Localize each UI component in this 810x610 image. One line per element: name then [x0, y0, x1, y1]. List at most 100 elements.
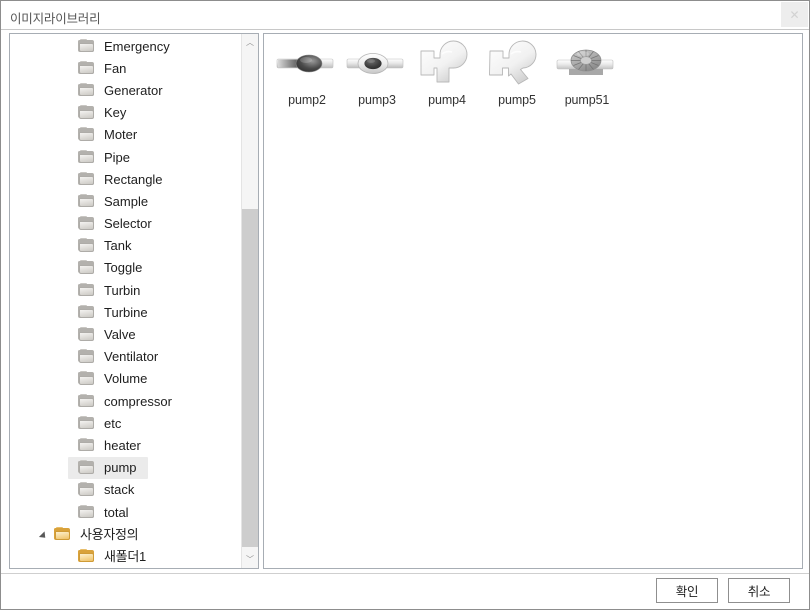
- folder-gray-icon: [78, 127, 95, 141]
- expander-placeholder: [63, 506, 76, 519]
- thumbnail-item[interactable]: pump4: [412, 40, 482, 107]
- tree-item-sample[interactable]: Sample: [10, 190, 242, 212]
- tree-vertical-scrollbar[interactable]: ︿ ﹀: [241, 34, 258, 568]
- tree-item-fan[interactable]: Fan: [10, 57, 242, 79]
- cancel-button[interactable]: 취소: [728, 578, 790, 603]
- tree-item-label: Tank: [104, 238, 132, 254]
- tree-item-tank[interactable]: Tank: [10, 235, 242, 257]
- expander-placeholder: [63, 439, 76, 452]
- tree-item-label: heater: [104, 437, 141, 453]
- expander-placeholder: [63, 261, 76, 274]
- thumbnail-label: pump4: [428, 93, 466, 107]
- folder-gray-icon: [78, 415, 95, 430]
- tree-item-label: Pipe: [104, 149, 131, 165]
- expander-placeholder: [63, 62, 76, 75]
- tree-item-label: 새폴더1: [104, 548, 146, 564]
- tree-item-label: Valve: [104, 327, 136, 343]
- expander-collapse-icon[interactable]: [39, 528, 52, 541]
- expander-placeholder: [63, 417, 76, 430]
- folder-gray-icon: [78, 260, 95, 274]
- folder-gray-icon: [78, 82, 95, 97]
- title-bar: 이미지라이브러리 ✕: [1, 1, 809, 30]
- folder-gray-icon: [78, 38, 95, 53]
- pump-inline-rotor-icon: [345, 40, 409, 92]
- thumbnail-label: pump5: [498, 93, 536, 107]
- expander-placeholder: [63, 306, 76, 319]
- tree-item-toggle[interactable]: Toggle: [10, 257, 242, 279]
- folder-tree-list[interactable]: Emergency Fan Generator Key Moter Pipe Rectang…: [10, 35, 242, 568]
- tree-item-label: Turbine: [104, 304, 148, 320]
- tree-item-selector[interactable]: Selector: [10, 213, 242, 235]
- tree-item-total[interactable]: total: [10, 501, 242, 523]
- tree-item-moter[interactable]: Moter: [10, 124, 242, 146]
- tree-item-generator[interactable]: Generator: [10, 79, 242, 101]
- tree-item-label: Generator: [104, 82, 163, 98]
- thumbnail-item[interactable]: pump51: [552, 40, 622, 107]
- scrollbar-thumb[interactable]: [242, 209, 258, 547]
- folder-gray-icon: [78, 149, 95, 164]
- folder-gray-icon: [78, 304, 95, 319]
- thumbnail-item[interactable]: pump2: [272, 40, 342, 107]
- image-library-dialog: 이미지라이브러리 ✕ Emergency Fan Generator Key Moter…: [0, 0, 810, 610]
- expander-placeholder: [63, 217, 76, 230]
- expander-placeholder: [63, 106, 76, 119]
- expander-placeholder: [63, 483, 76, 496]
- tree-item-volume[interactable]: Volume: [10, 368, 242, 390]
- ok-button[interactable]: 확인: [656, 578, 718, 603]
- tree-item-valve[interactable]: Valve: [10, 323, 242, 345]
- image-content-panel: pump2 pump3 pump4 pump5 pump51: [263, 33, 803, 569]
- thumbnail-grid: pump2 pump3 pump4 pump5 pump51: [272, 40, 622, 107]
- pump-centrifugal-angled-icon: [485, 40, 549, 92]
- tree-item-label: 사용자정의: [80, 526, 139, 542]
- tree-item-compressor[interactable]: compressor: [10, 390, 242, 412]
- tree-item-label: Sample: [104, 193, 149, 209]
- tree-item-label: Key: [104, 105, 127, 121]
- tree-item-새폴더1[interactable]: 새폴더1: [10, 545, 242, 567]
- tree-item-heater[interactable]: heater: [10, 434, 242, 456]
- close-icon[interactable]: ✕: [781, 2, 808, 27]
- tree-item-label: Rectangle: [104, 171, 163, 187]
- tree-item-ventilator[interactable]: Ventilator: [10, 346, 242, 368]
- folder-gray-icon: [78, 216, 95, 230]
- tree-item-사용자정의[interactable]: 사용자정의: [10, 523, 242, 545]
- tree-item-label: Moter: [104, 127, 138, 143]
- tree-item-pump[interactable]: pump: [68, 456, 148, 479]
- scroll-down-arrow-icon[interactable]: ﹀: [242, 551, 258, 568]
- folder-gray-icon: [78, 460, 95, 474]
- window-title: 이미지라이브러리: [10, 12, 101, 26]
- expander-placeholder: [63, 328, 76, 341]
- expander-placeholder: [63, 151, 76, 164]
- tree-item-key[interactable]: Key: [10, 102, 242, 124]
- tree-item-rectangle[interactable]: Rectangle: [10, 168, 242, 190]
- tree-item-emergency[interactable]: Emergency: [10, 35, 242, 57]
- thumbnail-item[interactable]: pump5: [482, 40, 552, 107]
- tree-item-label: Turbin: [104, 282, 141, 298]
- tree-item-label: Selector: [104, 216, 152, 232]
- folder-yellow-icon: [54, 526, 71, 541]
- tree-item-stack[interactable]: stack: [10, 479, 242, 501]
- tree-item-etc[interactable]: etc: [10, 412, 242, 434]
- pump-centrifugal-icon: [415, 40, 479, 92]
- scroll-up-arrow-icon[interactable]: ︿: [242, 34, 258, 51]
- thumbnail-item[interactable]: pump3: [342, 40, 412, 107]
- tree-item-label: Volume: [104, 371, 148, 387]
- pump-inline-bulb-icon: [275, 40, 339, 92]
- expander-placeholder: [63, 84, 76, 97]
- expander-placeholder: [63, 550, 76, 563]
- folder-yellow-icon: [78, 548, 95, 563]
- expander-placeholder: [63, 372, 76, 385]
- folder-tree-panel: Emergency Fan Generator Key Moter Pipe Rectang…: [9, 33, 259, 569]
- tree-item-label: compressor: [104, 393, 172, 409]
- tree-item-label: stack: [104, 482, 135, 498]
- expander-placeholder: [63, 239, 76, 252]
- folder-gray-icon: [78, 238, 95, 252]
- tree-item-pipe[interactable]: Pipe: [10, 146, 242, 168]
- tree-item-turbin[interactable]: Turbin: [10, 279, 242, 301]
- expander-placeholder: [63, 195, 76, 208]
- expander-placeholder: [63, 284, 76, 297]
- tree-item-label: etc: [104, 415, 122, 431]
- expander-placeholder: [63, 350, 76, 363]
- tree-item-label: Ventilator: [104, 349, 159, 365]
- expander-placeholder: [63, 128, 76, 141]
- tree-item-turbine[interactable]: Turbine: [10, 301, 242, 323]
